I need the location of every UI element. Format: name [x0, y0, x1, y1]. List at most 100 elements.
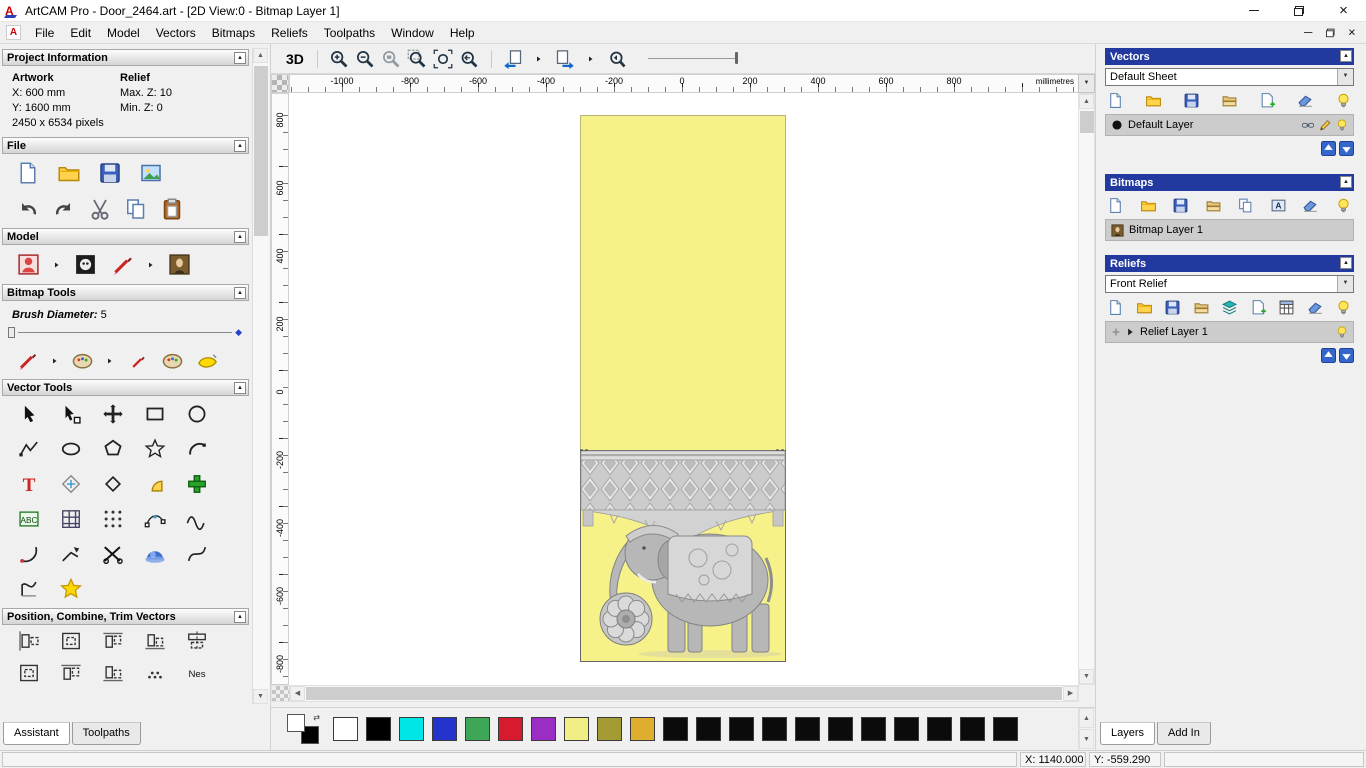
tab-assistant[interactable]: Assistant [3, 722, 70, 745]
colour-swatch-9[interactable] [630, 717, 655, 741]
layers-teal-icon[interactable] [1221, 299, 1238, 316]
bezier-icon[interactable] [176, 536, 218, 571]
primary-colour-swatch[interactable] [287, 714, 305, 732]
document-icon[interactable]: A [6, 25, 21, 40]
palette-icon[interactable] [161, 349, 184, 372]
tab-toolpaths[interactable]: Toolpaths [72, 722, 141, 745]
scroll-thumb[interactable] [306, 687, 1062, 700]
colour-swatch-15[interactable] [828, 717, 853, 741]
undo-icon[interactable] [16, 197, 40, 221]
brush-red-icon[interactable] [110, 252, 135, 277]
palette-scroll-up-button[interactable] [1079, 708, 1094, 728]
brush-diameter-slider[interactable] [0, 321, 252, 342]
slider-track[interactable] [18, 332, 232, 333]
drop-arrow-icon[interactable] [147, 261, 155, 269]
select-arrow-icon[interactable] [8, 396, 50, 431]
stack-icon[interactable] [1205, 197, 1222, 214]
colour-swatch-16[interactable] [861, 717, 886, 741]
assistant-scrollbar[interactable] [252, 48, 269, 704]
page-blue-icon[interactable] [1107, 299, 1124, 316]
disk-icon[interactable] [1183, 92, 1200, 109]
drop-arrow-icon[interactable] [528, 48, 551, 70]
align-c-icon[interactable] [92, 625, 134, 657]
align-a-icon[interactable] [8, 625, 50, 657]
folder-icon[interactable] [1145, 92, 1162, 109]
colour-swatch-13[interactable] [762, 717, 787, 741]
arrow-right-icon[interactable] [1124, 326, 1136, 338]
zoom-fit-icon[interactable] [432, 48, 455, 70]
colour-swatch-4[interactable] [465, 717, 490, 741]
colour-swatch-10[interactable] [663, 717, 688, 741]
rect-tool-icon[interactable] [134, 396, 176, 431]
bitmaps-section-header[interactable]: Bitmaps [1105, 174, 1354, 191]
plus-gray-icon[interactable] [1110, 326, 1122, 338]
colour-swatch-14[interactable] [795, 717, 820, 741]
abc-text-icon[interactable]: ABC [8, 501, 50, 536]
align-c-icon[interactable] [50, 657, 92, 689]
collapse-bitmap-tools-button[interactable] [234, 287, 246, 299]
relief-dropdown-arrow[interactable] [1337, 276, 1353, 292]
relief-layer-row[interactable]: Relief Layer 1 [1105, 321, 1354, 343]
polyline-icon[interactable] [8, 431, 50, 466]
order-down-icon[interactable] [1339, 141, 1354, 156]
polyline-arrow-icon[interactable] [50, 536, 92, 571]
dome-icon[interactable] [134, 536, 176, 571]
colour-swatch-20[interactable] [993, 717, 1018, 741]
bitmap-tools-header[interactable]: Bitmap Tools [2, 284, 249, 301]
menu-file[interactable]: File [27, 23, 62, 43]
measure-icon[interactable] [50, 466, 92, 501]
order-up-icon[interactable] [1321, 141, 1336, 156]
bulb-icon[interactable] [1335, 92, 1352, 109]
eraser-blue-icon[interactable] [1307, 299, 1324, 316]
disk-icon[interactable] [98, 161, 122, 185]
view-3d-button[interactable]: 3D [283, 51, 307, 67]
star-yellow-icon[interactable] [50, 571, 92, 606]
reliefs-section-header[interactable]: Reliefs [1105, 255, 1354, 272]
pan-left-icon[interactable] [502, 48, 525, 70]
menu-bitmaps[interactable]: Bitmaps [204, 23, 263, 43]
order-down-icon[interactable] [1339, 348, 1354, 363]
zoom-prev-icon[interactable] [458, 48, 481, 70]
page-plus-icon[interactable] [1250, 299, 1267, 316]
wave-icon[interactable] [176, 501, 218, 536]
eraser-blue-icon[interactable] [1297, 92, 1314, 109]
mdi-restore-icon[interactable] [1326, 28, 1335, 37]
bitmap-layer-row[interactable]: Bitmap Layer 1 [1105, 219, 1354, 241]
colour-swatch-5[interactable] [498, 717, 523, 741]
ruler-toggle-icon[interactable] [272, 686, 290, 701]
paste-red-icon[interactable] [160, 197, 184, 221]
palette-scrollbar[interactable] [1078, 708, 1095, 750]
text-tool-icon[interactable]: T [8, 466, 50, 501]
eraser-blue-icon[interactable] [1302, 197, 1319, 214]
close-button[interactable] [1321, 0, 1366, 21]
canvas-vertical-scrollbar[interactable] [1078, 93, 1095, 685]
palette-scroll-down-button[interactable] [1079, 729, 1094, 749]
arc2-icon[interactable] [8, 536, 50, 571]
zoom-obj-icon[interactable] [380, 48, 403, 70]
colour-swatch-12[interactable] [729, 717, 754, 741]
position-combine-header[interactable]: Position, Combine, Trim Vectors [2, 608, 249, 625]
scroll-down-button[interactable] [253, 689, 268, 704]
polygon-tool-icon[interactable] [92, 431, 134, 466]
restore-button[interactable] [1276, 0, 1321, 21]
dots-small-icon[interactable] [134, 657, 176, 689]
scissors-x-icon[interactable] [92, 536, 134, 571]
colour-swatch-7[interactable] [564, 717, 589, 741]
vectors-section-header[interactable]: Vectors [1105, 48, 1354, 65]
sheet-dropdown[interactable]: Default Sheet [1105, 68, 1354, 86]
disk-icon[interactable] [1164, 299, 1181, 316]
zoom-in-icon[interactable] [328, 48, 351, 70]
circle-tool-icon[interactable] [176, 396, 218, 431]
zoom-out-icon[interactable] [354, 48, 377, 70]
page-blue-icon[interactable] [1107, 197, 1124, 214]
colour-swatch-19[interactable] [960, 717, 985, 741]
stack-icon[interactable] [1221, 92, 1238, 109]
align-e-icon[interactable] [176, 625, 218, 657]
collapse-bitmaps-button[interactable] [1340, 176, 1352, 188]
drop-arrow-icon[interactable] [106, 357, 114, 365]
project-info-header[interactable]: Project Information [2, 49, 249, 66]
menu-vectors[interactable]: Vectors [148, 23, 204, 43]
dots-grid-icon[interactable] [92, 501, 134, 536]
align-b-icon[interactable] [50, 625, 92, 657]
file-section-header[interactable]: File [2, 137, 249, 154]
